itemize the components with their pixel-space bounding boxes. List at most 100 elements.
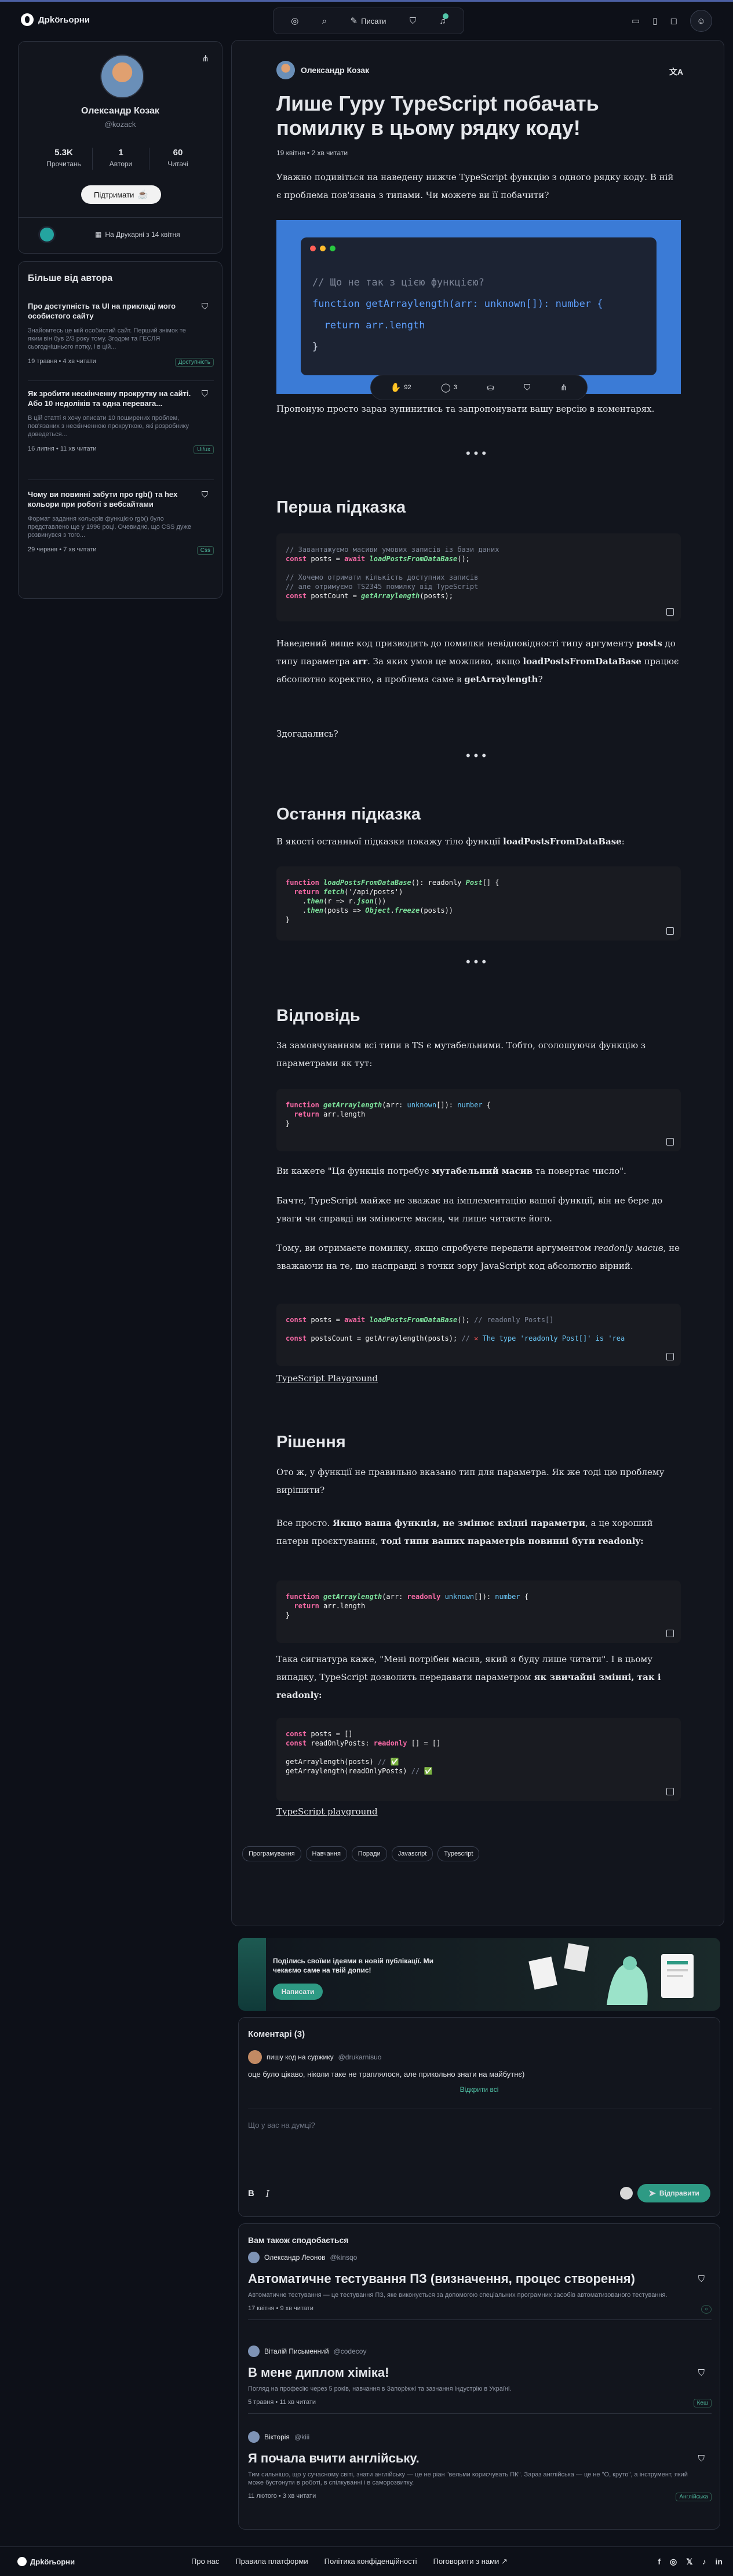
footer-link-rules[interactable]: Правила платформи (235, 2557, 308, 2566)
write-button[interactable]: ✎ Писати (351, 17, 386, 25)
tag-list: Програмування Навчання Поради Javascript… (242, 1846, 480, 1861)
copy-icon[interactable] (666, 1788, 674, 1795)
share-button[interactable]: ⋔ (560, 383, 568, 392)
bookmark-button[interactable]: ⛉ (524, 383, 530, 392)
item-title[interactable]: Як зробити нескінченну прокрутку на сайт… (28, 389, 193, 408)
stat-divider (92, 148, 93, 170)
stat-readers[interactable]: 60 Читачі (155, 148, 201, 170)
donate-button[interactable]: ⛀ (487, 383, 494, 392)
comment-button[interactable]: ◯ 3 (441, 383, 457, 392)
support-button[interactable]: Підтримати ☕ (81, 185, 161, 204)
facebook-icon[interactable]: f (658, 2557, 661, 2567)
tag-chip[interactable]: Навчання (305, 1846, 347, 1861)
code-block-2: function loadPostsFromDataBase(): readon… (276, 866, 681, 941)
first-hint-text: Наведений вище код призводить до помилки… (276, 638, 679, 685)
list-item[interactable]: Вікторія @kiii Я почала вчити англійську.… (248, 2431, 712, 2507)
bookmark-icon[interactable]: ⛉ (698, 2275, 705, 2284)
tag-chip[interactable]: Програмування (242, 1846, 301, 1861)
notifications-button[interactable]: ♫ (440, 13, 448, 25)
author-avatar[interactable] (100, 54, 144, 98)
item-tag[interactable]: ○ (701, 2305, 712, 2314)
like-button[interactable]: ✋ 92 (391, 383, 411, 392)
tag-chip[interactable]: Typescript (437, 1846, 480, 1861)
tag-chip[interactable]: Поради (351, 1846, 387, 1861)
footer-link-about[interactable]: Про нас (191, 2557, 219, 2566)
italic-button[interactable]: I (266, 2189, 269, 2199)
bookmark-icon[interactable]: ⛉ (698, 2454, 705, 2463)
window-controls (310, 246, 335, 251)
bookmarks-button[interactable]: ⛉ (410, 17, 416, 25)
show-all-comments-link[interactable]: Відкрити всі (239, 2085, 720, 2094)
comment-input[interactable]: Що у вас на думці? (248, 2109, 712, 2172)
code-block-1: // Завантажуємо масиви умових записів із… (276, 533, 681, 621)
playground-link-1[interactable]: TypeScript Playground (276, 1373, 378, 1384)
playground-link-2[interactable]: TypeScript playground (276, 1806, 378, 1817)
promo-write-button[interactable]: Написати (273, 1984, 323, 2000)
x-icon[interactable]: 𝕏 (686, 2557, 692, 2567)
copy-icon[interactable] (666, 1138, 674, 1146)
item-desc: Знайомтесь це мій особистий сайт. Перший… (28, 327, 186, 350)
explore-button[interactable]: ◎ (291, 17, 298, 25)
code-block-6: const posts = [] const readOnlyPosts: re… (276, 1718, 681, 1801)
translate-icon[interactable]: 文A (669, 66, 683, 78)
list-item[interactable]: Чому ви повинні забути про rgb() та hex … (28, 489, 214, 587)
linkedin-icon[interactable]: in (716, 2557, 723, 2567)
promo-decoration (238, 1938, 266, 2011)
item-tag[interactable]: Кеш (693, 2399, 712, 2407)
article-title: Лише Гуру TypeScript побачать помилку в … (276, 92, 599, 140)
footer-link-contact[interactable]: Поговорити з нами ↗ (433, 2557, 508, 2566)
related-title: Вам також сподобається (248, 2235, 349, 2245)
tag-chip[interactable]: Javascript (391, 1846, 433, 1861)
footer-link-privacy[interactable]: Політика конфіденційності (324, 2557, 417, 2566)
author-badge (38, 226, 56, 243)
copy-icon[interactable] (666, 608, 674, 616)
stat-authors[interactable]: 1 Автори (98, 148, 144, 170)
code-block-4: const posts = await loadPostsFromDataBas… (276, 1304, 681, 1366)
author-name[interactable]: Олександр Козак (19, 106, 222, 116)
tablet-icon[interactable]: ▯ (652, 17, 657, 25)
answer-intro: За замовчуванням всі типи в TS є мутабел… (276, 1040, 646, 1069)
item-title[interactable]: Про доступність та UI на прикладі мого о… (28, 301, 193, 321)
copy-icon[interactable] (666, 1353, 674, 1360)
item-title[interactable]: Чому ви повинні забути про rgb() та hex … (28, 489, 193, 509)
item-tag[interactable]: Доступність (174, 358, 214, 367)
send-comment-button[interactable]: ➤ Відправити (637, 2184, 710, 2202)
search-button[interactable]: ⌕ (322, 17, 327, 25)
bell-outline-icon[interactable]: ◻ (670, 17, 677, 25)
copy-icon[interactable] (666, 1630, 674, 1637)
monitor-icon[interactable]: ▭ (632, 17, 640, 25)
bookmark-icon[interactable]: ⛉ (698, 2369, 705, 2377)
item-tag[interactable]: Англійська (676, 2493, 712, 2501)
item-tag[interactable]: Ui/ux (194, 445, 214, 454)
list-item[interactable]: Про доступність та UI на прикладі мого о… (28, 301, 214, 381)
share-icon[interactable]: ⋔ (202, 54, 209, 63)
comment-author[interactable]: пишу код на суржику @drukarnisuo (248, 2050, 381, 2064)
emoji-icon[interactable] (620, 2187, 633, 2200)
social-links: f ◎ 𝕏 ♪ in (658, 2557, 723, 2567)
divider (19, 217, 222, 218)
site-logo[interactable]: Дрkörьoрни (21, 13, 90, 26)
comment-placeholder: Що у вас на думці? (248, 2121, 315, 2129)
heading-first-hint: Перша підказка (276, 498, 406, 517)
list-item[interactable]: Віталій Письменний @codecoy В мене диплом… (248, 2346, 712, 2414)
item-title[interactable]: Автоматичне тестування ПЗ (визначення, п… (248, 2271, 712, 2286)
list-item[interactable]: Олександр Леонов @kinsqo Автоматичне тест… (248, 2252, 712, 2320)
copy-icon[interactable] (666, 927, 674, 935)
item-title[interactable]: Я почала вчити англійську. (248, 2451, 712, 2466)
instagram-icon[interactable]: ◎ (670, 2557, 677, 2567)
answer-p3: Бачте, TypeScript майже не зважає на імп… (276, 1195, 663, 1224)
avatar (248, 2252, 260, 2263)
bold-button[interactable]: B (248, 2189, 254, 2199)
bookmark-icon[interactable]: ⛉ (202, 390, 208, 398)
bookmark-icon[interactable]: ⛉ (202, 491, 208, 499)
item-tag[interactable]: Css (196, 546, 214, 555)
item-title[interactable]: В мене диплом хіміка! (248, 2365, 712, 2380)
bookmark-icon[interactable]: ⛉ (202, 302, 208, 311)
member-since: ▦ На Друкарні з 14 квітня (95, 230, 180, 239)
tiktok-icon[interactable]: ♪ (702, 2557, 706, 2567)
item-desc: В цій статті я хочу описати 10 поширених… (28, 415, 189, 438)
user-menu-button[interactable]: ☺ (690, 10, 712, 32)
article-author[interactable]: Олександр Козак (276, 61, 369, 79)
footer-logo[interactable]: Дрkörьoрни (17, 2557, 75, 2566)
list-item[interactable]: Як зробити нескінченну прокрутку на сайт… (28, 389, 214, 480)
